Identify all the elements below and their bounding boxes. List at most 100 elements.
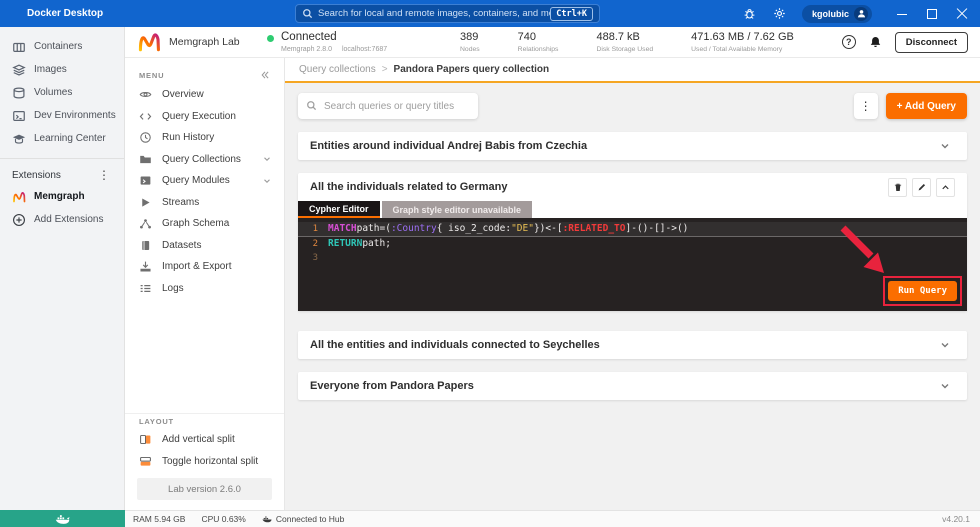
collection-kebab-icon[interactable]: ⋮ xyxy=(853,93,878,119)
tab-cypher-editor[interactable]: Cypher Editor xyxy=(298,201,380,218)
menu-item-import-export[interactable]: Import & Export xyxy=(125,256,284,278)
line-number: 2 xyxy=(312,238,318,249)
line-number: 3 xyxy=(312,253,318,264)
collection-content: Query collections > Pandora Papers query… xyxy=(285,58,980,510)
chevron-down-icon[interactable] xyxy=(262,176,272,186)
code-line: 2 RETURN path; xyxy=(298,237,967,252)
disconnect-button[interactable]: Disconnect xyxy=(894,31,968,53)
sidebar-item-images[interactable]: Images xyxy=(0,58,124,81)
query-card-germany: All the individuals related to Germany C… xyxy=(298,173,967,311)
menu-item-datasets[interactable]: Datasets xyxy=(125,235,284,257)
tab-graph-style-editor: Graph style editor unavailable xyxy=(381,201,533,218)
query-title: All the individuals related to Germany xyxy=(310,181,508,193)
sidebar-item-learning-center[interactable]: Learning Center xyxy=(0,127,124,150)
avatar-icon xyxy=(854,6,868,21)
stat-nodes: 389 Nodes xyxy=(460,31,480,53)
sidebar-item-volumes[interactable]: Volumes xyxy=(0,81,124,104)
search-shortcut-badge: Ctrl+K xyxy=(550,6,593,21)
vertical-split-icon xyxy=(139,433,152,446)
stat-disk: 488.7 kB Disk Storage Used xyxy=(596,31,654,53)
chevron-down-icon[interactable] xyxy=(262,154,272,164)
memgraph-logo-icon xyxy=(12,190,26,204)
query-search-input[interactable] xyxy=(298,93,478,119)
sidebar-divider xyxy=(0,158,124,159)
delete-query-button[interactable] xyxy=(888,177,907,197)
memgraph-lab-logo-icon xyxy=(137,31,161,53)
schema-icon xyxy=(139,217,152,230)
menu-item-add-vertical-split[interactable]: Add vertical split xyxy=(125,429,284,451)
window-controls xyxy=(896,8,968,20)
query-title: Everyone from Pandora Papers xyxy=(310,380,474,392)
query-title: Entities around individual Andrej Babis … xyxy=(310,140,588,152)
help-icon[interactable]: ? xyxy=(841,35,856,49)
eye-icon xyxy=(139,88,152,101)
menu-item-query-execution[interactable]: Query Execution xyxy=(125,106,284,128)
collapse-query-button[interactable] xyxy=(936,177,955,197)
docker-version: v4.20.1 xyxy=(942,514,970,524)
chevron-down-icon[interactable] xyxy=(935,337,955,353)
query-card-everyone: Everyone from Pandora Papers xyxy=(298,372,967,400)
edit-query-button[interactable] xyxy=(912,177,931,197)
layout-header: LAYOUT xyxy=(125,413,284,429)
code-icon xyxy=(139,110,152,123)
modules-icon xyxy=(139,174,152,187)
docker-whale-button[interactable] xyxy=(0,510,125,527)
query-card-header[interactable]: Everyone from Pandora Papers xyxy=(298,372,967,400)
query-card-header[interactable]: All the entities and individuals connect… xyxy=(298,331,967,359)
query-card-header[interactable]: All the individuals related to Germany xyxy=(298,173,967,201)
menu-item-query-collections[interactable]: Query Collections xyxy=(125,149,284,171)
play-icon xyxy=(139,196,152,209)
collection-toolbar: ⋮ + Add Query xyxy=(298,93,967,119)
containers-icon xyxy=(12,40,26,54)
extensions-header: Extensions ⋮ xyxy=(0,165,124,185)
code-line: 3 xyxy=(298,251,967,266)
annotation-highlight-box: Run Query xyxy=(883,276,962,306)
window-minimize-icon[interactable] xyxy=(896,8,908,20)
settings-gear-icon[interactable] xyxy=(772,6,788,22)
images-icon xyxy=(12,63,26,77)
breadcrumb-parent[interactable]: Query collections xyxy=(299,64,376,75)
menu-item-overview[interactable]: Overview xyxy=(125,84,284,106)
notifications-bell-icon[interactable] xyxy=(869,35,882,49)
lab-version-button[interactable]: Lab version 2.6.0 xyxy=(137,478,272,500)
hub-connection[interactable]: Connected to Hub xyxy=(262,514,345,524)
cypher-code-editor[interactable]: 1 MATCH path=(:Country { iso_2_code: "DE… xyxy=(298,218,967,311)
add-extensions-icon xyxy=(12,213,26,227)
user-account-chip[interactable]: kgolubic xyxy=(801,4,872,23)
add-query-button[interactable]: + Add Query xyxy=(885,93,967,119)
username: kgolubic xyxy=(811,8,849,19)
code-line: 1 MATCH path=(:Country { iso_2_code: "DE… xyxy=(298,222,967,237)
menu-item-streams[interactable]: Streams xyxy=(125,192,284,214)
cpu-usage: CPU 0.63% xyxy=(201,514,246,524)
menu-item-run-history[interactable]: Run History xyxy=(125,127,284,149)
menu-item-logs[interactable]: Logs xyxy=(125,278,284,300)
menu-item-query-modules[interactable]: Query Modules xyxy=(125,170,284,192)
hub-connection-label: Connected to Hub xyxy=(275,514,345,524)
lab-header-actions: ? Disconnect xyxy=(841,31,980,53)
bug-report-icon[interactable] xyxy=(742,6,758,22)
sidebar-item-containers[interactable]: Containers xyxy=(0,35,124,58)
folder-icon xyxy=(139,153,152,166)
run-query-button[interactable]: Run Query xyxy=(888,281,957,301)
window-maximize-icon[interactable] xyxy=(926,8,938,20)
query-card-header[interactable]: Entities around individual Andrej Babis … xyxy=(298,132,967,160)
titlebar-actions: kgolubic xyxy=(742,0,980,27)
sidebar-item-add-extensions[interactable]: Add Extensions xyxy=(0,208,124,231)
sidebar-item-memgraph[interactable]: Memgraph xyxy=(0,185,124,208)
global-search-placeholder: Search for local and remote images, cont… xyxy=(318,8,551,19)
extensions-label: Extensions xyxy=(12,169,61,181)
menu-item-graph-schema[interactable]: Graph Schema xyxy=(125,213,284,235)
window-close-icon[interactable] xyxy=(956,8,968,20)
lab-title: Memgraph Lab xyxy=(169,36,240,48)
global-search[interactable]: Search for local and remote images, cont… xyxy=(295,4,600,23)
collapse-menu-icon[interactable] xyxy=(260,70,270,80)
history-icon xyxy=(139,131,152,144)
chevron-down-icon[interactable] xyxy=(935,378,955,394)
server-host: localhost:7687 xyxy=(341,45,388,53)
menu-header: MENU xyxy=(139,70,165,80)
menu-item-toggle-horizontal-split[interactable]: Toggle horizontal split xyxy=(125,451,284,473)
extensions-menu-kebab-icon[interactable]: ⋮ xyxy=(94,167,114,183)
import-export-icon xyxy=(139,260,152,273)
chevron-down-icon[interactable] xyxy=(935,138,955,154)
sidebar-item-dev-environments[interactable]: Dev Environments BETA xyxy=(0,104,151,127)
